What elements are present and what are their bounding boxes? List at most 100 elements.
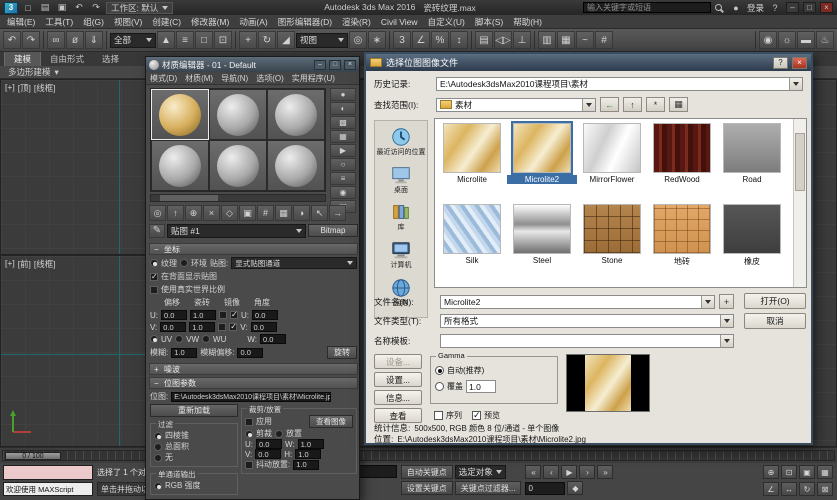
edit-named-selections-icon[interactable]: ▤ — [475, 31, 493, 49]
maxscript-macro-line[interactable] — [3, 465, 93, 480]
selection-set-dropdown[interactable]: 选定对象 — [454, 465, 506, 479]
setup-button[interactable]: 设置... — [374, 372, 422, 387]
crop-radio[interactable] — [245, 429, 253, 438]
render-setup-icon[interactable]: ☼ — [778, 31, 796, 49]
material-sample-slot[interactable] — [151, 89, 209, 140]
texture-radio[interactable] — [150, 259, 158, 267]
maxscript-line[interactable]: 欢迎使用 MAXScript — [3, 482, 93, 496]
go-to-end-icon[interactable]: » — [597, 465, 614, 479]
play-icon[interactable]: ▶ — [561, 465, 578, 479]
open-file-icon[interactable]: ▤ — [38, 2, 52, 14]
menu-graph-editors[interactable]: 图形编辑器(D) — [273, 16, 337, 28]
next-frame-icon[interactable]: › — [579, 465, 596, 479]
align-icon[interactable]: ⊥ — [513, 31, 531, 49]
vw-radio[interactable] — [175, 335, 184, 343]
key-mode-toggle-icon[interactable]: ◆ — [567, 481, 584, 495]
apply-crop-checkbox[interactable] — [245, 417, 253, 426]
dialog-help-icon[interactable]: ? — [773, 56, 788, 69]
crop-v-field[interactable]: 0.0 — [255, 449, 282, 459]
viewport-menu-shading[interactable]: [线框] — [34, 258, 56, 270]
spinner-snap-icon[interactable]: ↕ — [450, 31, 468, 49]
material-sample-slot[interactable] — [267, 140, 325, 191]
select-and-rotate-icon[interactable]: ↻ — [258, 31, 276, 49]
material-sample-slot[interactable] — [209, 140, 267, 191]
dropdown-button[interactable] — [582, 98, 595, 111]
me-menu-utilities[interactable]: 实用程序(U) — [288, 73, 339, 84]
workspace-selector[interactable]: 工作区: 默认 — [106, 1, 174, 14]
coordinates-rollout-header[interactable]: 坐标 — [149, 243, 358, 255]
new-folder-icon[interactable]: * — [646, 97, 665, 112]
pan-icon[interactable]: ↔ — [781, 482, 797, 496]
select-and-scale-icon[interactable]: ◢ — [277, 31, 295, 49]
menu-scripting[interactable]: 脚本(S) — [470, 16, 508, 28]
background-icon[interactable]: ▩ — [330, 116, 356, 129]
render-production-icon[interactable]: ♨ — [816, 31, 834, 49]
zoom-all-icon[interactable]: ⊡ — [781, 465, 797, 479]
selection-filter-dropdown[interactable]: 全部 — [110, 32, 156, 48]
crop-h-field[interactable]: 1.0 — [295, 449, 322, 459]
new-file-icon[interactable]: □ — [21, 2, 35, 14]
cancel-button[interactable]: 取消 — [744, 313, 806, 329]
scrollbar-thumb[interactable] — [795, 133, 805, 191]
region-select-icon[interactable]: □ — [195, 31, 213, 49]
maximize-viewport-icon[interactable]: ⊠ — [817, 482, 833, 496]
select-by-name-icon[interactable]: ≡ — [176, 31, 194, 49]
gamma-override-radio[interactable] — [435, 382, 444, 391]
show-map-on-back-checkbox[interactable] — [150, 272, 158, 281]
close-button[interactable]: × — [344, 59, 356, 70]
field-of-view-icon[interactable]: ∠ — [763, 482, 779, 496]
viewport-menu-view[interactable]: [前] — [18, 258, 31, 270]
dropdown-button[interactable] — [789, 78, 802, 90]
viewport-front[interactable]: [+] [前] [线框] — [0, 255, 146, 447]
view-image-button[interactable]: 查看图像 — [309, 415, 353, 428]
unlink-selection-icon[interactable]: ø — [66, 31, 84, 49]
snaps-toggle-icon[interactable]: 3 — [393, 31, 411, 49]
file-item[interactable]: Microlite2 — [507, 121, 577, 202]
key-filters-button[interactable]: 关键点过滤器... — [454, 481, 522, 495]
pick-material-eyedropper-icon[interactable]: ✎ — [149, 223, 165, 238]
me-menu-options[interactable]: 选项(O) — [252, 73, 288, 84]
redo-button[interactable]: ↷ — [22, 31, 40, 49]
select-and-link-icon[interactable]: ∞ — [47, 31, 65, 49]
zoom-icon[interactable]: ⊕ — [763, 465, 779, 479]
signin-link[interactable]: 登录 — [747, 2, 764, 14]
zoom-extents-icon[interactable]: ▣ — [799, 465, 815, 479]
file-item[interactable]: 地砖 — [647, 202, 717, 283]
maximize-button[interactable]: □ — [803, 2, 816, 13]
file-item[interactable]: Microlite — [437, 121, 507, 202]
environment-radio[interactable] — [180, 259, 188, 267]
look-in-dropdown[interactable]: 素材 — [436, 97, 596, 112]
filter-none-radio[interactable] — [154, 453, 162, 462]
select-and-manipulate-icon[interactable]: ∗ — [368, 31, 386, 49]
rgb-intensity-radio[interactable] — [154, 481, 162, 490]
menu-views[interactable]: 视图(V) — [109, 16, 147, 28]
make-preview-icon[interactable]: ○ — [330, 158, 356, 171]
jitter-checkbox[interactable] — [245, 460, 253, 469]
select-object-icon[interactable]: ▲ — [157, 31, 175, 49]
menu-animation[interactable]: 动画(A) — [234, 16, 272, 28]
maximize-button[interactable]: □ — [329, 59, 341, 70]
angle-snap-icon[interactable]: ∠ — [412, 31, 430, 49]
dialog-titlebar[interactable]: 选择位图图像文件 ? × — [366, 54, 811, 71]
back-folder-icon[interactable]: ← — [600, 97, 619, 112]
video-color-check-icon[interactable]: ▶ — [330, 144, 356, 157]
file-item[interactable]: MirrorFlower — [577, 121, 647, 202]
sample-uv-tiling-icon[interactable]: ▦ — [330, 130, 356, 143]
material-id-channel-icon[interactable]: # — [257, 205, 274, 221]
show-map-in-viewport-icon[interactable]: ▦ — [275, 205, 292, 221]
ribbon-toggle-icon[interactable]: ▦ — [557, 31, 575, 49]
place-desktop[interactable]: 桌面 — [390, 164, 412, 195]
time-slider[interactable]: 0 / 100 — [5, 452, 61, 460]
reference-coordinate-dropdown[interactable]: 视图 — [296, 32, 348, 48]
file-item[interactable]: Road — [717, 121, 787, 202]
menu-tools[interactable]: 工具(T) — [40, 16, 78, 28]
max-logo-icon[interactable]: 3 — [4, 1, 18, 14]
assign-to-selection-icon[interactable]: ⊕ — [185, 205, 202, 221]
blur-offset-field[interactable]: 0.0 — [237, 347, 264, 358]
go-to-parent-icon[interactable]: ↖ — [311, 205, 328, 221]
pyramidal-radio[interactable] — [154, 431, 162, 440]
v-tiling-field[interactable]: 1.0 — [189, 322, 216, 332]
menu-edit[interactable]: 编辑(E) — [2, 16, 40, 28]
previous-frame-icon[interactable]: ‹ — [543, 465, 560, 479]
reset-map-icon[interactable]: × — [203, 205, 220, 221]
